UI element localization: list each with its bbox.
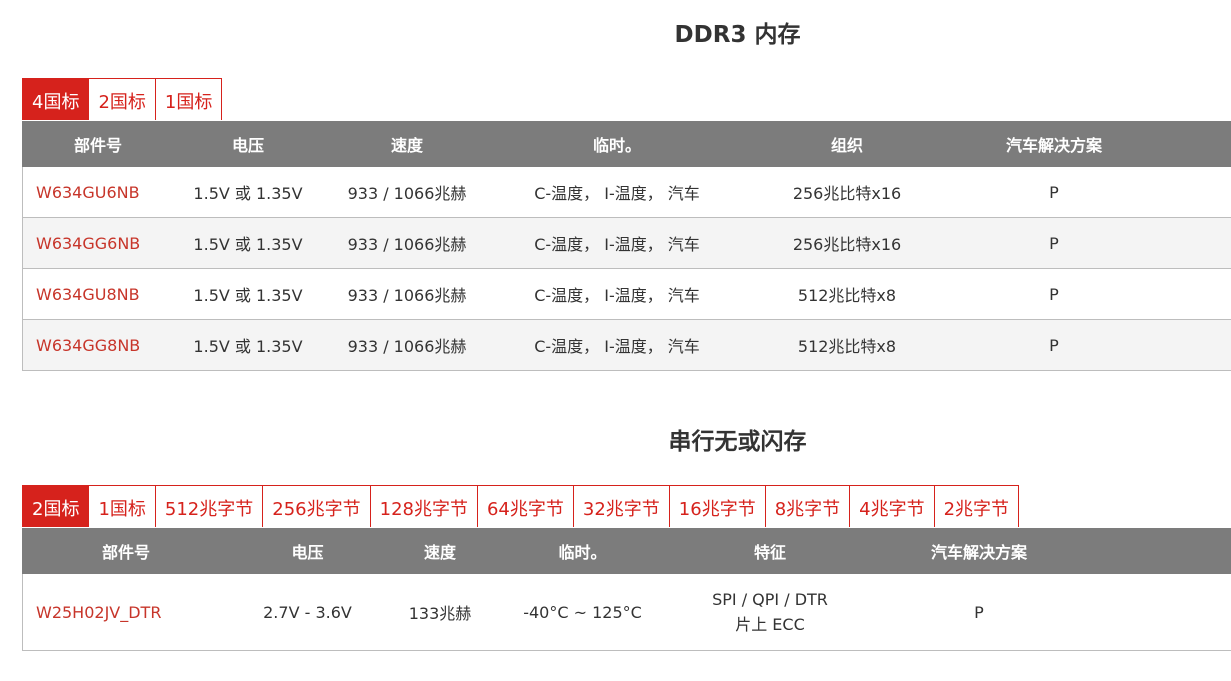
ddr3-section-title: DDR3 内存 <box>674 22 801 48</box>
speed-cell: 933 / 1066兆赫 <box>347 235 467 254</box>
tab-nor-32mb[interactable]: 32兆字节 <box>573 485 670 527</box>
automotive-cell: P <box>1049 284 1059 304</box>
header-temperature: 临时。 <box>592 136 641 155</box>
tab-nor-8mb[interactable]: 8兆字节 <box>765 485 851 527</box>
organization-cell: 256兆比特x16 <box>792 184 902 203</box>
header-voltage: 电压 <box>231 136 264 155</box>
table-row: W634GU6NB 1.5V 或 1.35V 933 / 1066兆赫 C-温度… <box>22 167 1231 218</box>
feature-line-ecc: 片上 ECC <box>735 615 805 634</box>
voltage-cell: 2.7V - 3.6V <box>263 602 352 622</box>
part-number-link[interactable]: W634GU8NB <box>23 269 174 319</box>
nor-tab-bar: 2国标 1国标 512兆字节 256兆字节 128兆字节 64兆字节 32兆字节… <box>22 485 1020 527</box>
speed-cell: 933 / 1066兆赫 <box>347 337 467 356</box>
header-automotive: 汽车解决方案 <box>930 543 1027 562</box>
speed-cell: 933 / 1066兆赫 <box>347 286 467 305</box>
ddr3-table: 部件号 电压 速度 临时。 组织 汽车解决方案 W634GU6NB 1.5V 或… <box>22 121 1231 371</box>
tab-nor-2mb[interactable]: 2兆字节 <box>934 485 1020 527</box>
temperature-cell: C-温度， I-温度， 汽车 <box>534 184 700 203</box>
tab-ddr3-1gb[interactable]: 1国标 <box>155 78 223 120</box>
part-number-link[interactable]: W634GG6NB <box>23 218 174 268</box>
organization-cell: 256兆比特x16 <box>792 235 902 254</box>
automotive-cell: P <box>1049 182 1059 202</box>
voltage-cell: 1.5V 或 1.35V <box>193 235 303 254</box>
temperature-cell: C-温度， I-温度， 汽车 <box>534 235 700 254</box>
part-number-link[interactable]: W25H02JV_DTR <box>23 574 230 650</box>
temperature-cell: -40°C ~ 125°C <box>523 602 642 622</box>
header-organization: 组织 <box>830 136 863 155</box>
ddr3-table-header: 部件号 电压 速度 临时。 组织 汽车解决方案 <box>22 121 1231 167</box>
header-part-number: 部件号 <box>101 543 150 562</box>
automotive-cell: P <box>1049 335 1059 355</box>
header-voltage: 电压 <box>291 543 324 562</box>
table-row: W634GU8NB 1.5V 或 1.35V 933 / 1066兆赫 C-温度… <box>22 269 1231 320</box>
tab-nor-64mb[interactable]: 64兆字节 <box>477 485 574 527</box>
temperature-cell: C-温度， I-温度， 汽车 <box>534 337 700 356</box>
header-speed: 速度 <box>390 136 423 155</box>
tab-ddr3-2gb[interactable]: 2国标 <box>89 78 156 120</box>
automotive-cell: P <box>1049 233 1059 253</box>
nor-table-header: 部件号 电压 速度 临时。 特征 汽车解决方案 <box>22 528 1231 574</box>
nor-table: 部件号 电压 速度 临时。 特征 汽车解决方案 W25H02JV_DTR 2.7… <box>22 528 1231 651</box>
table-row: W25H02JV_DTR 2.7V - 3.6V 133兆赫 -40°C ~ 1… <box>22 574 1231 651</box>
ddr3-tab-bar: 4国标 2国标 1国标 <box>22 78 223 120</box>
tab-nor-1gb[interactable]: 1国标 <box>89 485 156 527</box>
feature-line-interfaces: SPI / QPI / DTR <box>712 590 828 609</box>
header-temperature: 临时。 <box>558 543 607 562</box>
temperature-cell: C-温度， I-温度， 汽车 <box>534 286 700 305</box>
organization-cell: 512兆比特x8 <box>797 286 897 305</box>
nor-section-title: 串行无或闪存 <box>668 429 807 455</box>
tab-nor-128mb[interactable]: 128兆字节 <box>370 485 478 527</box>
voltage-cell: 1.5V 或 1.35V <box>193 184 303 203</box>
tab-ddr3-4gb[interactable]: 4国标 <box>22 78 90 120</box>
tab-nor-512mb[interactable]: 512兆字节 <box>155 485 264 527</box>
header-part-number: 部件号 <box>73 136 122 155</box>
feature-cell: SPI / QPI / DTR 片上 ECC <box>670 574 870 650</box>
speed-cell: 133兆赫 <box>408 604 472 623</box>
speed-cell: 933 / 1066兆赫 <box>347 184 467 203</box>
part-number-link[interactable]: W634GU6NB <box>23 167 174 217</box>
header-automotive: 汽车解决方案 <box>1005 136 1102 155</box>
automotive-cell: P <box>974 602 984 622</box>
part-number-link[interactable]: W634GG8NB <box>23 320 174 370</box>
voltage-cell: 1.5V 或 1.35V <box>193 337 303 356</box>
table-row: W634GG8NB 1.5V 或 1.35V 933 / 1066兆赫 C-温度… <box>22 320 1231 371</box>
tab-nor-2gb[interactable]: 2国标 <box>22 485 90 527</box>
organization-cell: 512兆比特x8 <box>797 337 897 356</box>
header-feature: 特征 <box>753 543 786 562</box>
header-speed: 速度 <box>423 543 456 562</box>
tab-nor-16mb[interactable]: 16兆字节 <box>669 485 766 527</box>
tab-nor-256mb[interactable]: 256兆字节 <box>263 485 371 527</box>
voltage-cell: 1.5V 或 1.35V <box>193 286 303 305</box>
tab-nor-4mb[interactable]: 4兆字节 <box>850 485 935 527</box>
table-row: W634GG6NB 1.5V 或 1.35V 933 / 1066兆赫 C-温度… <box>22 218 1231 269</box>
